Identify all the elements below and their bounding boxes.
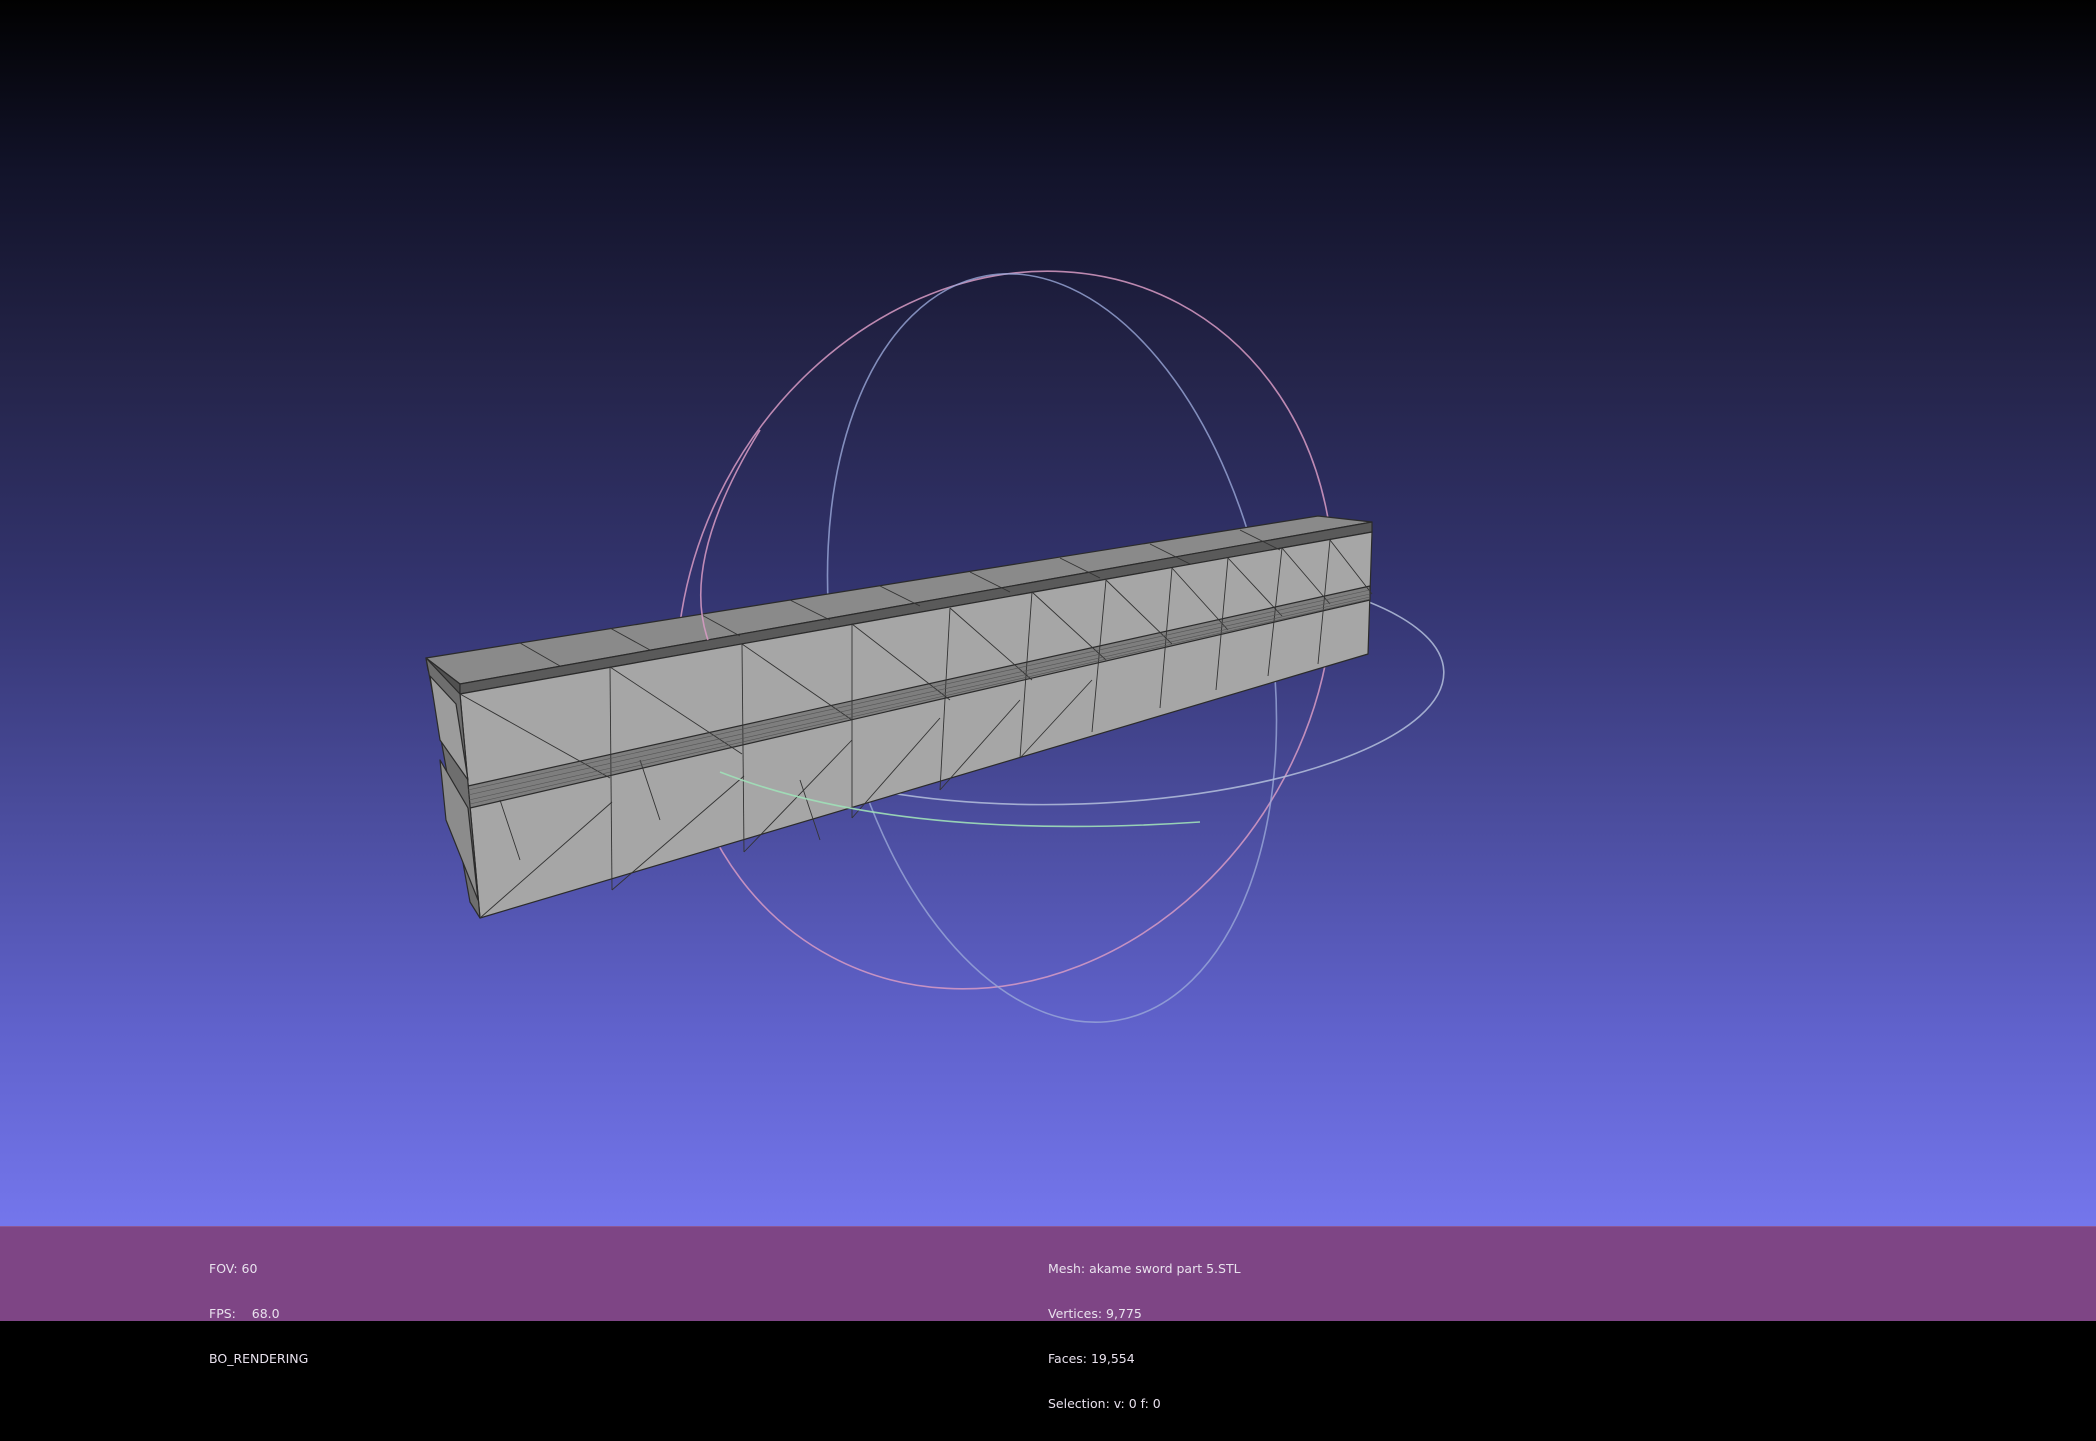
fps-readout: FPS: 68.0: [209, 1306, 280, 1321]
status-bar: FOV: 60 FPS: 68.0 BO_RENDERING Mesh: aka…: [0, 1226, 2096, 1411]
3d-viewport[interactable]: [0, 0, 2096, 1226]
faces-readout: Faces: 19,554: [1048, 1351, 1135, 1366]
mesh-info: Mesh: akame sword part 5.STL Vertices: 9…: [1048, 1231, 1241, 1441]
selection-readout: Selection: v: 0 f: 0: [1048, 1396, 1161, 1411]
vertices-readout: Vertices: 9,775: [1048, 1306, 1142, 1321]
mesh-name-readout: Mesh: akame sword part 5.STL: [1048, 1261, 1241, 1276]
render-info: FOV: 60 FPS: 68.0 BO_RENDERING: [209, 1231, 308, 1396]
fov-readout: FOV: 60: [209, 1261, 258, 1276]
render-mode-readout: BO_RENDERING: [209, 1351, 309, 1366]
scene-canvas[interactable]: [0, 0, 2096, 1226]
